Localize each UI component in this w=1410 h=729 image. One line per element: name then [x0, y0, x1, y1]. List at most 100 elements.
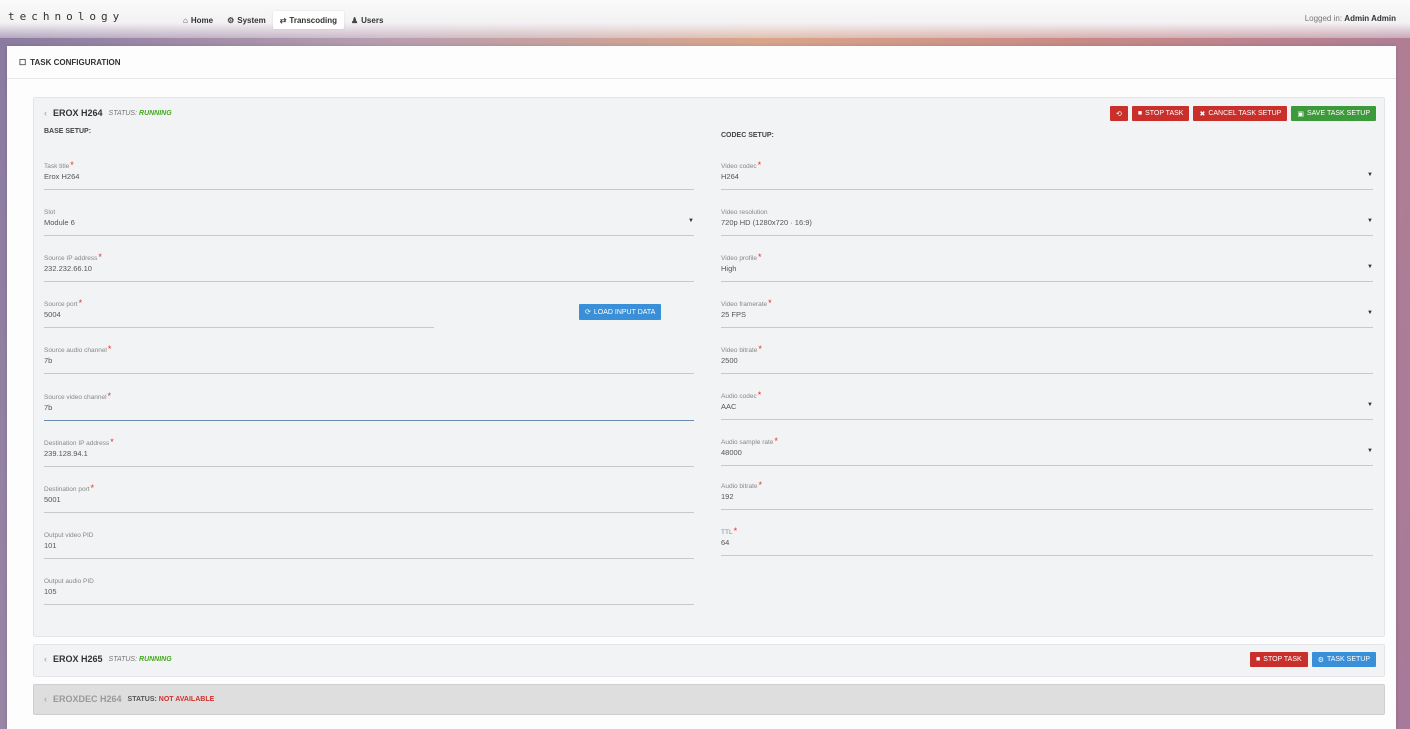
destination-port-value: 5001	[44, 495, 61, 504]
nav-transcoding-label: Transcoding	[289, 15, 337, 25]
refresh-button[interactable]: ⟲	[1109, 106, 1128, 121]
nav-users[interactable]: ♟ Users	[344, 11, 390, 29]
nav-home-label: Home	[190, 15, 214, 25]
status-prefix: STATUS:	[108, 655, 138, 663]
status-value: RUNNING	[139, 655, 172, 663]
ttl-value: 64	[721, 538, 730, 547]
cancel-task-setup-label: CANCEL TASK SETUP	[1208, 110, 1282, 117]
wrench-icon: ⚙	[227, 15, 235, 25]
source-video-channel-field[interactable]: Source video channel* 7b	[44, 391, 694, 421]
nav-home[interactable]: ⌂ Home	[176, 11, 220, 29]
dropdown-caret-icon: ▼	[1367, 172, 1373, 178]
load-input-data-label: LOAD INPUT DATA	[593, 308, 656, 316]
stop-icon: ■	[1256, 656, 1261, 663]
audio-sample-rate-value: 48000	[721, 448, 742, 457]
audio-bitrate-value: 192	[721, 492, 734, 501]
destination-ip-field[interactable]: Destination IP address* 239.128.94.1	[44, 437, 694, 467]
stop-task-button[interactable]: ■ STOP TASK	[1131, 106, 1190, 121]
status-badge: STATUS: RUNNING	[109, 656, 172, 663]
status-value: NOT AVAILABLE	[158, 695, 215, 703]
video-resolution-select[interactable]: Video resolution 720p HD (1280x720 · 16:…	[721, 206, 1373, 236]
video-codec-value: H264	[721, 172, 739, 181]
task-setup-label: TASK SETUP	[1326, 656, 1370, 663]
video-framerate-select[interactable]: Video framerate* 25 FPS ▼	[721, 298, 1373, 328]
save-task-setup-button[interactable]: ▣ SAVE TASK SETUP	[1291, 106, 1376, 121]
dropdown-caret-icon: ▼	[1367, 310, 1373, 316]
checkbox-icon: ☐	[19, 57, 27, 67]
slot-select[interactable]: Slot Module 6 ▼	[44, 206, 694, 236]
shuffle-icon: ⇄	[279, 15, 287, 25]
codec-setup-heading: CODEC SETUP:	[721, 132, 774, 139]
source-ip-field[interactable]: Source IP address* 232.232.66.10	[44, 252, 694, 282]
source-port-value: 5004	[44, 310, 61, 319]
status-prefix: STATUS:	[108, 109, 138, 117]
cancel-icon: ✖	[1199, 110, 1206, 118]
chevron-icon: ‹	[44, 694, 47, 704]
source-port-field[interactable]: Source port* 5004	[44, 298, 434, 328]
nav-system-label: System	[237, 15, 266, 25]
save-icon: ▣	[1297, 110, 1304, 118]
video-bitrate-field[interactable]: Video bitrate* 2500	[721, 344, 1373, 374]
nav-system[interactable]: ⚙ System	[220, 11, 273, 29]
nav-transcoding[interactable]: ⇄ Transcoding	[272, 11, 344, 29]
ttl-field[interactable]: TTL* 64	[721, 526, 1373, 556]
source-audio-channel-value: 7b	[44, 356, 53, 365]
logged-in-user[interactable]: Admin Admin	[1344, 14, 1396, 23]
user-icon: ♟	[350, 15, 359, 25]
task-setup-button[interactable]: ⚙ TASK SETUP	[1311, 652, 1376, 667]
refresh-icon: ⟲	[1115, 110, 1122, 118]
task-header[interactable]: ‹ EROXDEC H264 STATUS: NOT AVAILABLE	[44, 694, 214, 704]
audio-codec-value: AAC	[721, 402, 737, 411]
save-task-setup-label: SAVE TASK SETUP	[1306, 110, 1370, 117]
logged-in-info: Logged in: Admin Admin	[1305, 14, 1396, 23]
destination-ip-value: 239.128.94.1	[44, 449, 88, 458]
video-bitrate-value: 2500	[721, 356, 738, 365]
output-video-pid-field[interactable]: Output video PID 101	[44, 529, 694, 559]
output-audio-pid-field[interactable]: Output audio PID 105	[44, 575, 694, 605]
task-configuration-panel: ☐ TASK CONFIGURATION ‹ EROX H264 STATUS:…	[7, 46, 1396, 729]
status-prefix: STATUS:	[127, 695, 157, 703]
refresh-icon: ⟳	[585, 309, 591, 316]
destination-port-field[interactable]: Destination port* 5001	[44, 483, 694, 513]
stop-icon: ■	[1137, 110, 1143, 117]
cancel-task-setup-button[interactable]: ✖ CANCEL TASK SETUP	[1193, 106, 1288, 121]
chevron-icon: ‹	[44, 654, 47, 664]
task-title-value: Erox H264	[44, 172, 80, 181]
video-codec-select[interactable]: Video codec* H264 ▼	[721, 160, 1373, 190]
source-ip-value: 232.232.66.10	[44, 264, 92, 273]
task-erox-h265: ‹ EROX H265 STATUS: RUNNING ■ STOP TASK …	[33, 644, 1385, 677]
output-audio-pid-value: 105	[44, 587, 57, 596]
task-actions: ⟲ ■ STOP TASK ✖ CANCEL TASK SETUP ▣ SAVE…	[1109, 106, 1376, 121]
video-profile-value: High	[721, 264, 737, 273]
task-header[interactable]: ‹ EROX H265 STATUS: RUNNING	[44, 654, 172, 664]
gear-icon: ⚙	[1317, 656, 1324, 664]
panel-header: ☐ TASK CONFIGURATION	[7, 46, 1396, 79]
status-badge: STATUS: RUNNING	[109, 110, 172, 117]
video-framerate-value: 25 FPS	[721, 310, 747, 319]
dropdown-caret-icon: ▼	[1367, 448, 1373, 454]
main-nav: ⌂ Home ⚙ System ⇄ Transcoding ♟ Users	[176, 11, 390, 29]
nav-users-label: Users	[361, 15, 384, 25]
audio-sample-rate-select[interactable]: Audio sample rate* 48000 ▼	[721, 436, 1373, 466]
status-badge: STATUS: NOT AVAILABLE	[128, 696, 215, 703]
task-header[interactable]: ‹ EROX H264 STATUS: RUNNING	[44, 108, 172, 118]
dropdown-caret-icon: ▼	[688, 218, 694, 224]
task-title-field[interactable]: Task title* Erox H264	[44, 160, 694, 190]
base-setup-heading: BASE SETUP:	[44, 128, 92, 135]
task-name: EROXDEC H264	[53, 694, 122, 704]
brand-logo: technology	[8, 10, 125, 23]
output-video-pid-value: 101	[44, 541, 57, 550]
stop-task-button[interactable]: ■ STOP TASK	[1250, 652, 1308, 667]
audio-bitrate-field[interactable]: Audio bitrate* 192	[721, 480, 1373, 510]
source-audio-channel-field[interactable]: Source audio channel* 7b	[44, 344, 694, 374]
source-video-channel-value: 7b	[44, 403, 53, 412]
task-erox-h264: ‹ EROX H264 STATUS: RUNNING ⟲ ■ STOP TAS…	[33, 97, 1385, 637]
chevron-icon: ‹	[44, 108, 47, 118]
audio-codec-select[interactable]: Audio codec* AAC ▼	[721, 390, 1373, 420]
load-input-data-button[interactable]: ⟳ LOAD INPUT DATA	[579, 304, 662, 320]
task-actions: ■ STOP TASK ⚙ TASK SETUP	[1250, 652, 1376, 667]
stop-task-label: STOP TASK	[1145, 110, 1184, 117]
video-profile-select[interactable]: Video profile* High ▼	[721, 252, 1373, 282]
page-title: TASK CONFIGURATION	[30, 57, 121, 67]
dropdown-caret-icon: ▼	[1367, 264, 1373, 270]
